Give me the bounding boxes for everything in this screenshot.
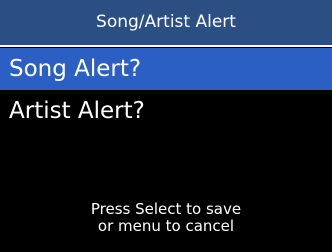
instruction-line-2: or menu to cancel — [97, 217, 235, 235]
menu-item-song-alert[interactable]: Song Alert? — [0, 48, 332, 90]
menu-item-artist-alert[interactable]: Artist Alert? — [0, 90, 332, 132]
instruction-text: Press Select to save or menu to cancel — [0, 201, 332, 235]
header-divider — [0, 45, 332, 47]
instruction-line-1: Press Select to save — [90, 200, 242, 218]
song-artist-alert-screen: Song/Artist Alert Song Alert? Artist Ale… — [0, 0, 332, 252]
screen-title: Song/Artist Alert — [0, 0, 332, 45]
